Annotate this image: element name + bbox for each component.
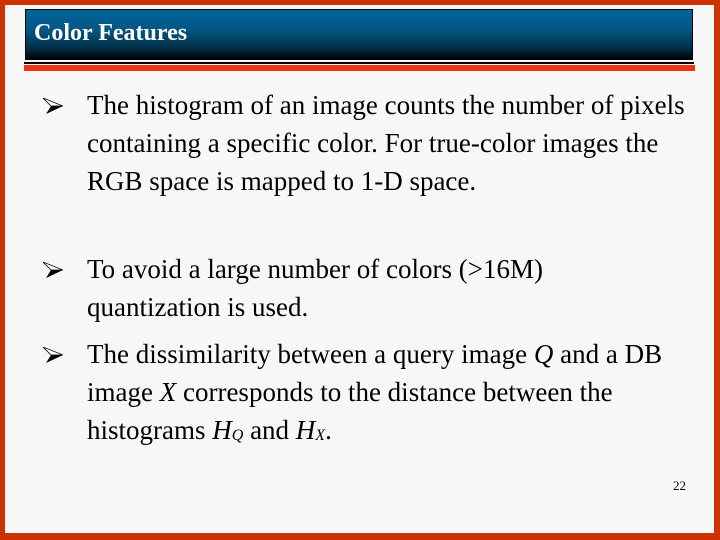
arrow-bullet-icon xyxy=(43,98,63,114)
variable-x: X xyxy=(159,377,177,407)
page-number: 22 xyxy=(673,478,686,493)
slide: Color Features The histogram of an image… xyxy=(5,5,714,533)
title-bar: Color Features xyxy=(25,9,693,60)
bullet-text: To avoid a large number of colors (>16M)… xyxy=(87,254,543,322)
histogram-hq: HQ xyxy=(212,415,244,445)
slide-title: Color Features xyxy=(34,20,188,46)
variable-q: Q xyxy=(533,339,554,369)
bullet-text: The histogram of an image counts the num… xyxy=(87,90,685,196)
title-underline-black xyxy=(24,62,694,64)
arrow-bullet-icon xyxy=(43,262,63,278)
title-underline-red xyxy=(24,65,695,71)
bullet-text: The dissimilarity between a query image … xyxy=(87,339,663,445)
bullet-item: The dissimilarity between a query image … xyxy=(43,335,702,454)
bullet-item: The histogram of an image counts the num… xyxy=(43,86,697,200)
arrow-bullet-icon xyxy=(43,347,63,363)
bullet-item: To avoid a large number of colors (>16M)… xyxy=(43,250,647,326)
histogram-hx: HX xyxy=(295,415,326,445)
